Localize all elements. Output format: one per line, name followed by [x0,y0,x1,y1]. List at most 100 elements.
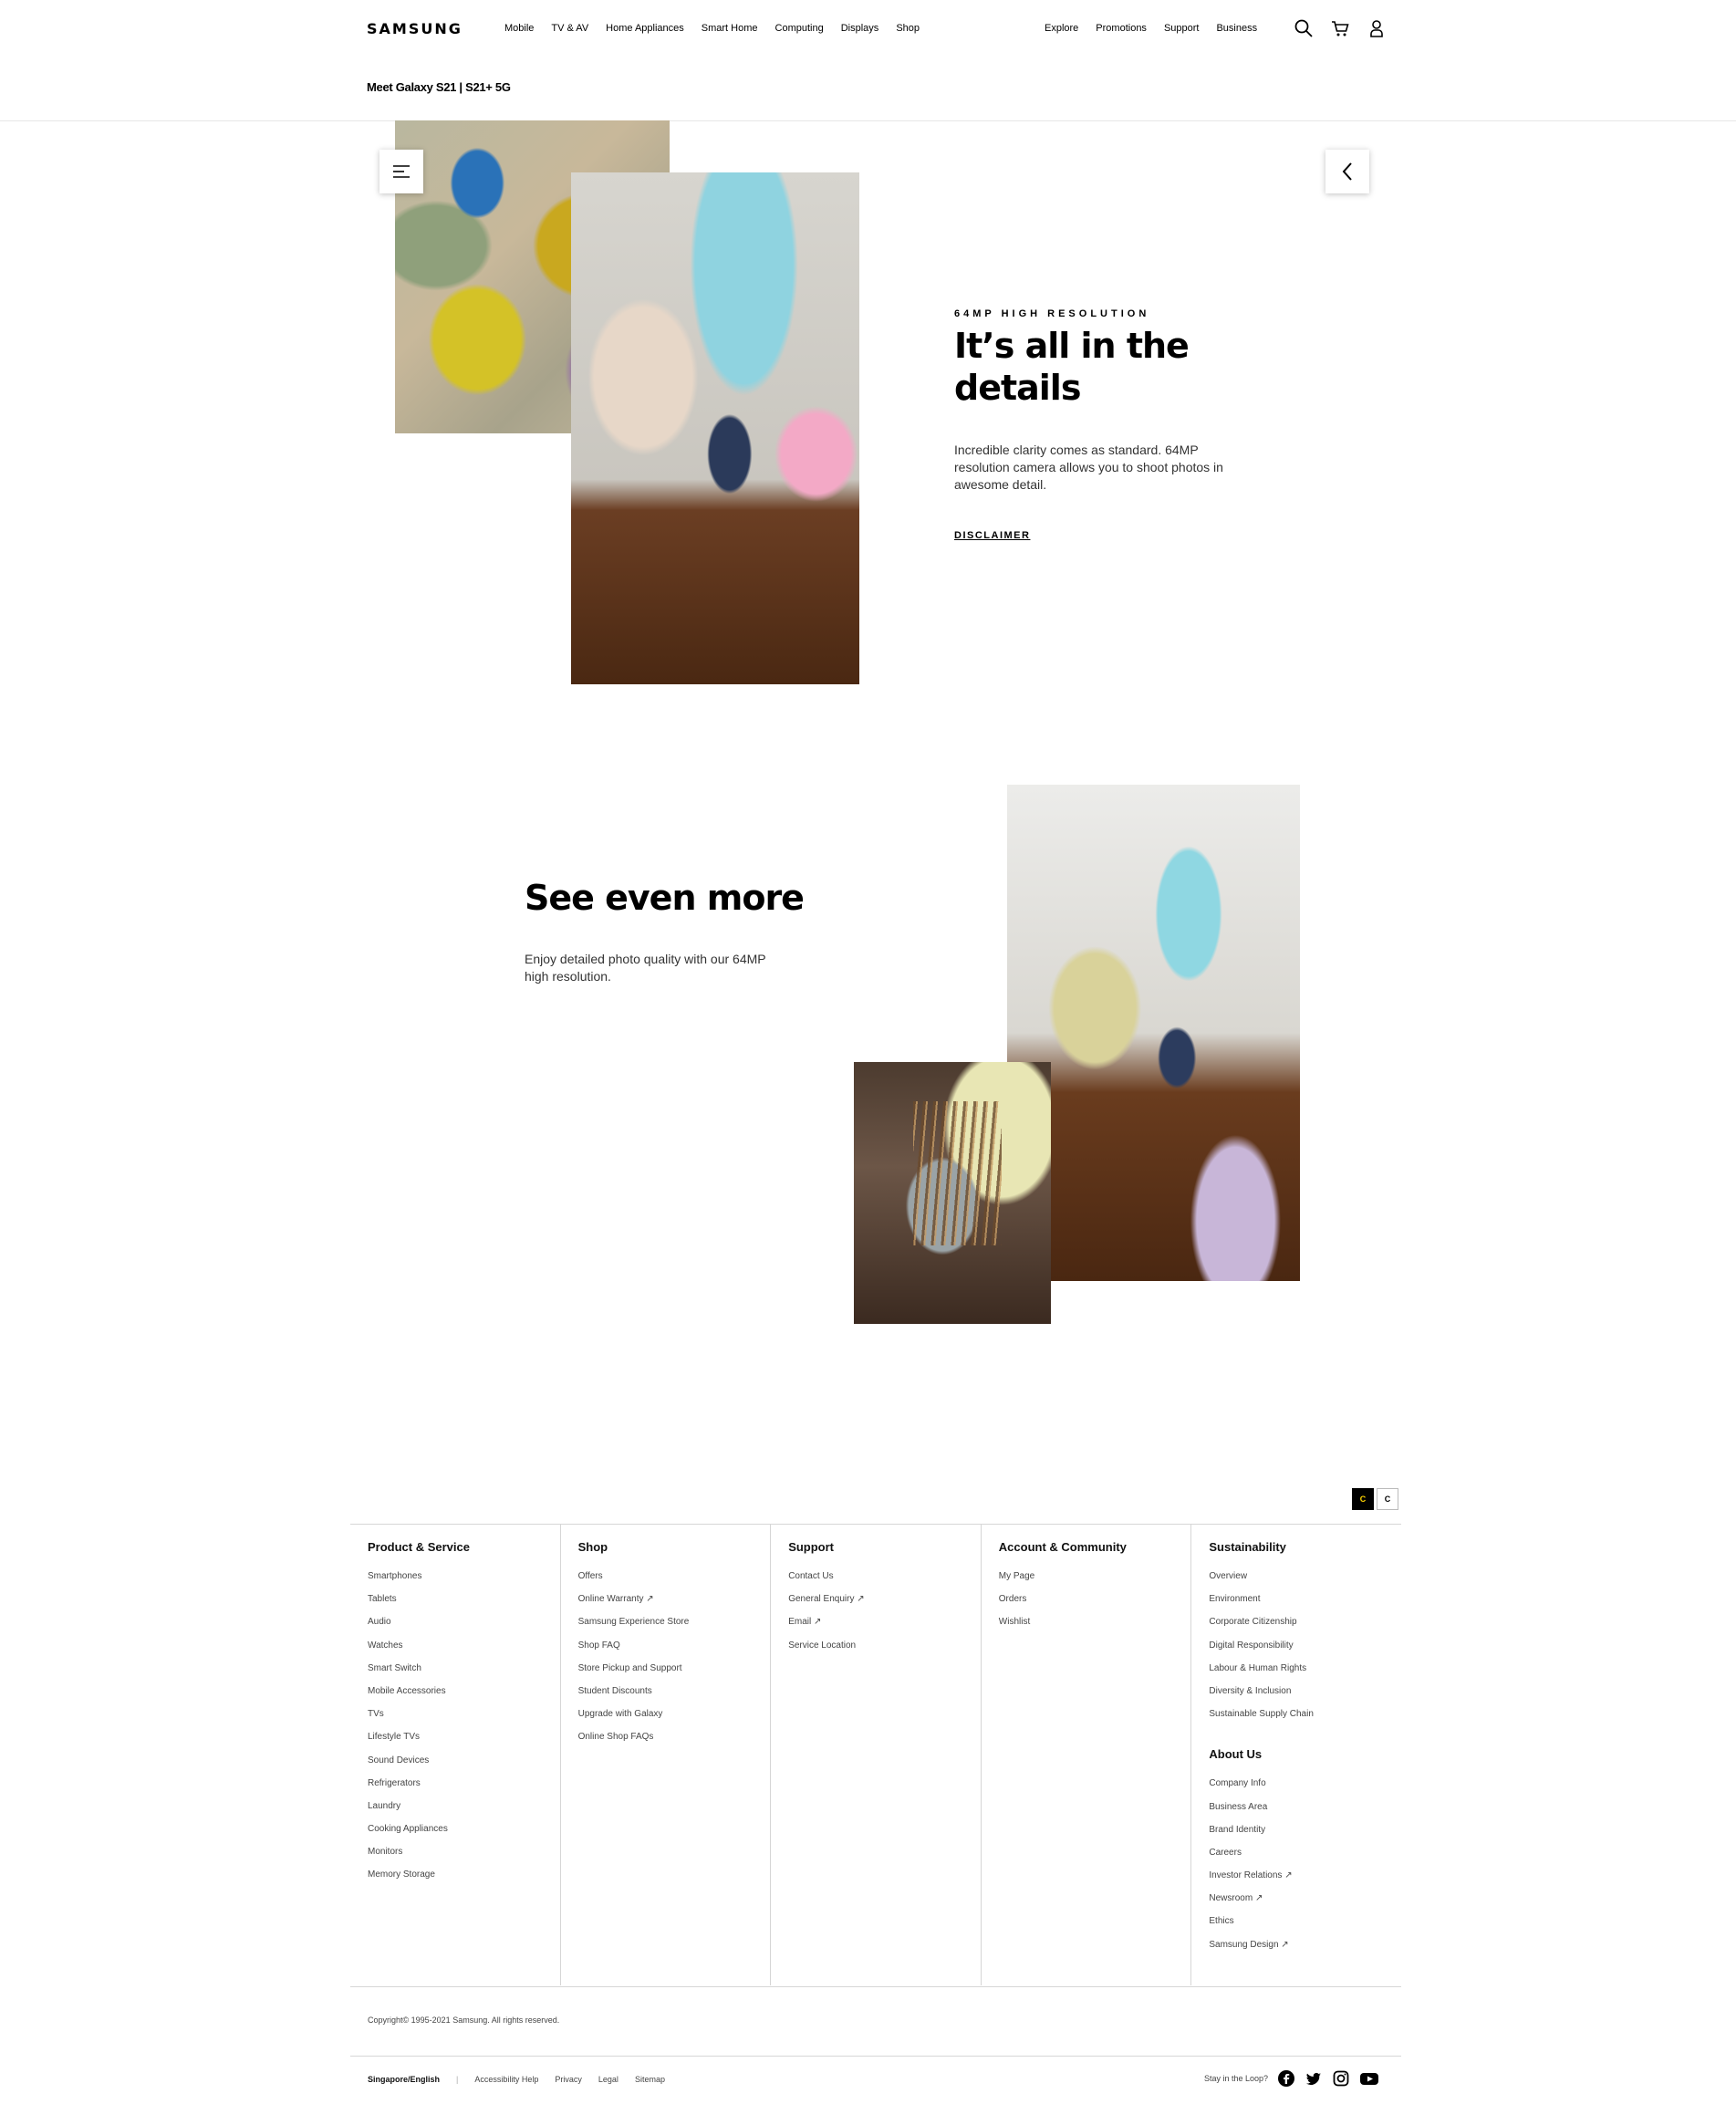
user-icon[interactable] [1367,18,1387,38]
footer-heading: Shop [577,1540,608,1554]
footer-link[interactable]: Upgrade with Galaxy [578,1708,771,1731]
nav-smart-home[interactable]: Smart Home [702,23,758,34]
footer-link[interactable]: Email ↗ [788,1616,981,1639]
footer-link[interactable]: Smart Switch [368,1662,560,1685]
youtube-icon[interactable] [1359,2069,1379,2088]
footer-heading: Account & Community [998,1540,1127,1554]
footer-link[interactable]: Corporate Citizenship [1209,1616,1401,1639]
back-button[interactable] [1325,150,1369,193]
footer-link[interactable]: Samsung Design ↗ [1209,1939,1401,1962]
footer-link[interactable]: Service Location [788,1640,981,1662]
paint-brushes-photo [854,1062,1051,1324]
footer-col-shop: Shop Offers Online Warranty ↗ Samsung Ex… [561,1524,772,1985]
separator: | [456,2075,459,2084]
footer-link[interactable]: Contact Us [788,1570,981,1593]
footer-link[interactable]: Laundry [368,1800,560,1823]
nav-explore[interactable]: Explore [1045,23,1078,34]
section-description: Incredible clarity comes as standard. 64… [954,443,1223,492]
footer-link[interactable]: Company Info [1209,1777,1401,1800]
instagram-icon[interactable] [1332,2069,1350,2088]
footer-link[interactable]: Orders [999,1593,1191,1616]
footer-link[interactable]: Audio [368,1616,560,1639]
legal-link[interactable]: Legal [598,2075,619,2084]
product-title[interactable]: Meet Galaxy S21 | S21+ 5G [367,80,511,94]
footer-link[interactable]: Mobile Accessories [368,1685,560,1708]
accessibility-link[interactable]: Accessibility Help [474,2075,538,2084]
footer-link[interactable]: Refrigerators [368,1777,560,1800]
nav-business[interactable]: Business [1216,23,1257,34]
normal-contrast-button[interactable]: C [1377,1488,1398,1510]
footer-link[interactable]: Digital Responsibility [1209,1640,1401,1662]
footer-link[interactable]: Online Shop FAQs [578,1731,771,1754]
footer-link[interactable]: TVs [368,1708,560,1731]
artist-sitting-photo [1007,785,1300,1281]
footer-heading: Support [788,1540,835,1554]
footer-link[interactable]: My Page [999,1570,1191,1593]
samsung-logo[interactable]: SAMSUNG [367,20,463,37]
disclaimer-link[interactable]: DISCLAIMER [954,530,1030,541]
stay-in-loop-label: Stay in the Loop? [1204,2074,1269,2083]
footer-divider [350,1986,1401,1987]
artist-studio-photo [571,172,859,684]
footer-link[interactable]: Wishlist [999,1616,1191,1639]
footer-link[interactable]: Sustainable Supply Chain [1209,1708,1401,1731]
footer-columns: Product & Service Smartphones Tablets Au… [350,1524,1401,1985]
nav-displays[interactable]: Displays [841,23,879,34]
footer-link[interactable]: Shop FAQ [578,1640,771,1662]
search-icon[interactable] [1294,18,1314,38]
footer-link[interactable]: Overview [1209,1570,1401,1593]
footer-link[interactable]: Business Area [1209,1801,1401,1824]
footer-link[interactable]: General Enquiry ↗ [788,1593,981,1616]
footer-link[interactable]: Lifestyle TVs [368,1731,560,1754]
footer-col-support: Support Contact Us General Enquiry ↗ Ema… [771,1524,982,1985]
facebook-icon[interactable] [1277,2069,1295,2088]
footer-heading: About Us [1209,1747,1263,1762]
footer-link[interactable]: Sound Devices [368,1755,560,1777]
footer-link[interactable]: Cooking Appliances [368,1823,560,1846]
footer-link[interactable]: Memory Storage [368,1869,560,1891]
section-title: It’s all in the details [954,326,1190,408]
footer-link[interactable]: Ethics [1209,1915,1401,1938]
footer-link[interactable]: Labour & Human Rights [1209,1662,1401,1685]
product-subnav: Meet Galaxy S21 | S21+ 5G [0,58,1736,121]
section2-title: See even more [525,878,805,918]
social-links: Stay in the Loop? [1204,2069,1379,2088]
nav-computing[interactable]: Computing [775,23,824,34]
nav-shop[interactable]: Shop [896,23,920,34]
footer-link[interactable]: Diversity & Inclusion [1209,1685,1401,1708]
header-icons [1294,18,1387,38]
footer-link[interactable]: Investor Relations ↗ [1209,1870,1401,1892]
footer-bottom-links: Singapore/English | Accessibility Help P… [368,2075,665,2084]
footer-link[interactable]: Smartphones [368,1570,560,1593]
section2-description: Enjoy detailed photo quality with our 64… [525,952,766,984]
footer-link[interactable]: Brand Identity [1209,1824,1401,1847]
footer-link[interactable]: Student Discounts [578,1685,771,1708]
sitemap-link[interactable]: Sitemap [635,2075,665,2084]
footer-col-sustainability: Sustainability Overview Environment Corp… [1191,1524,1401,1985]
chevron-left-icon [1342,162,1352,181]
footer-link[interactable]: Online Warranty ↗ [578,1593,771,1616]
region-selector[interactable]: Singapore/English [368,2075,440,2084]
nav-tv-av[interactable]: TV & AV [551,23,588,34]
cart-icon[interactable] [1330,18,1350,38]
footer-link[interactable]: Samsung Experience Store [578,1616,771,1639]
twitter-icon[interactable] [1305,2069,1323,2088]
footer-link[interactable]: Tablets [368,1593,560,1616]
footer-link[interactable]: Environment [1209,1593,1401,1616]
footer-divider [350,2056,1401,2057]
copyright-text: Copyright© 1995-2021 Samsung. All rights… [368,2015,560,2025]
high-contrast-button[interactable]: C [1352,1488,1374,1510]
nav-mobile[interactable]: Mobile [504,23,534,34]
footer-link[interactable]: Newsroom ↗ [1209,1892,1401,1915]
privacy-link[interactable]: Privacy [555,2075,582,2084]
footer-link[interactable]: Store Pickup and Support [578,1662,771,1685]
nav-home-appliances[interactable]: Home Appliances [606,23,684,34]
footer-link[interactable]: Careers [1209,1847,1401,1870]
footer-link[interactable]: Watches [368,1640,560,1662]
nav-promotions[interactable]: Promotions [1096,23,1147,34]
footer-link[interactable]: Offers [578,1570,771,1593]
main-menu: Mobile TV & AV Home Appliances Smart Hom… [504,23,920,34]
menu-button[interactable] [379,150,423,193]
footer-link[interactable]: Monitors [368,1846,560,1869]
nav-support[interactable]: Support [1164,23,1200,34]
